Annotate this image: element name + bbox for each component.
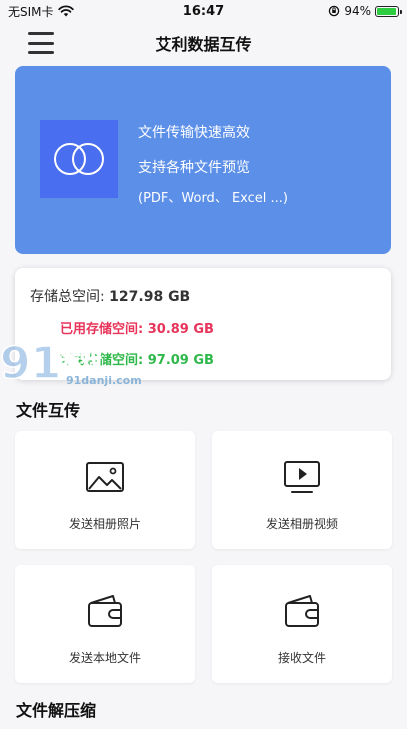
storage-free-value: 97.09 GB — [147, 353, 214, 368]
app-header: 艾利数据互传 — [0, 24, 407, 62]
banner-line-2: 支持各种文件预览 — [138, 160, 250, 176]
storage-card: 存储总空间: 127.98 GB 已用存储空间: 30.89 GB 可用存储空间… — [15, 268, 391, 380]
send-photos-label: 发送相册照片 — [68, 517, 141, 531]
send-videos-label: 发送相册视频 — [265, 517, 338, 531]
storage-total: 存储总空间: 127.98 GB — [30, 286, 190, 306]
send-videos-tile[interactable]: 发送相册视频 — [212, 431, 392, 549]
video-icon — [284, 461, 320, 493]
storage-used-label: 已用存储空间: — [60, 322, 148, 337]
battery-text: 94% — [344, 4, 371, 18]
receive-files-tile[interactable]: 接收文件 — [212, 565, 392, 683]
status-bar: 无SIM卡 16:47 94% — [0, 0, 407, 22]
storage-free-label: 可用存储空间: — [60, 353, 148, 368]
orientation-lock-icon — [329, 5, 340, 17]
page-title: 艾利数据互传 — [155, 35, 252, 54]
send-photos-tile[interactable]: 发送相册照片 — [15, 431, 195, 549]
storage-free: 可用存储空间: 97.09 GB — [60, 349, 214, 368]
app-screen: 无SIM卡 16:47 94% 艾利数据互传 文件传输快速高效 支持各种文件预览… — [0, 0, 407, 729]
app-logo — [40, 120, 118, 198]
feature-banner: 文件传输快速高效 支持各种文件预览 (PDF、Word、 Excel ...) — [15, 66, 391, 254]
receive-files-label: 接收文件 — [277, 651, 326, 665]
banner-line-1: 文件传输快速高效 — [138, 125, 250, 141]
menu-icon[interactable] — [28, 32, 54, 54]
storage-total-value: 127.98 GB — [109, 289, 191, 305]
send-local-files-tile[interactable]: 发送本地文件 — [15, 565, 195, 683]
storage-total-label: 存储总空间: — [30, 289, 110, 305]
banner-line-3: (PDF、Word、 Excel ...) — [138, 191, 288, 206]
wallet-icon — [88, 595, 122, 627]
battery-icon — [375, 5, 402, 17]
wallet-icon — [285, 595, 319, 627]
overlapping-circles-icon — [54, 143, 104, 175]
status-right: 94% — [328, 4, 402, 18]
photo-icon — [86, 462, 124, 492]
storage-used: 已用存储空间: 30.89 GB — [60, 318, 214, 337]
storage-used-value: 30.89 GB — [147, 322, 214, 337]
send-local-files-label: 发送本地文件 — [68, 651, 141, 665]
battery-fill — [377, 7, 396, 15]
section-title-transfer: 文件互传 — [16, 401, 81, 420]
section-title-compress: 文件解压缩 — [16, 701, 97, 720]
